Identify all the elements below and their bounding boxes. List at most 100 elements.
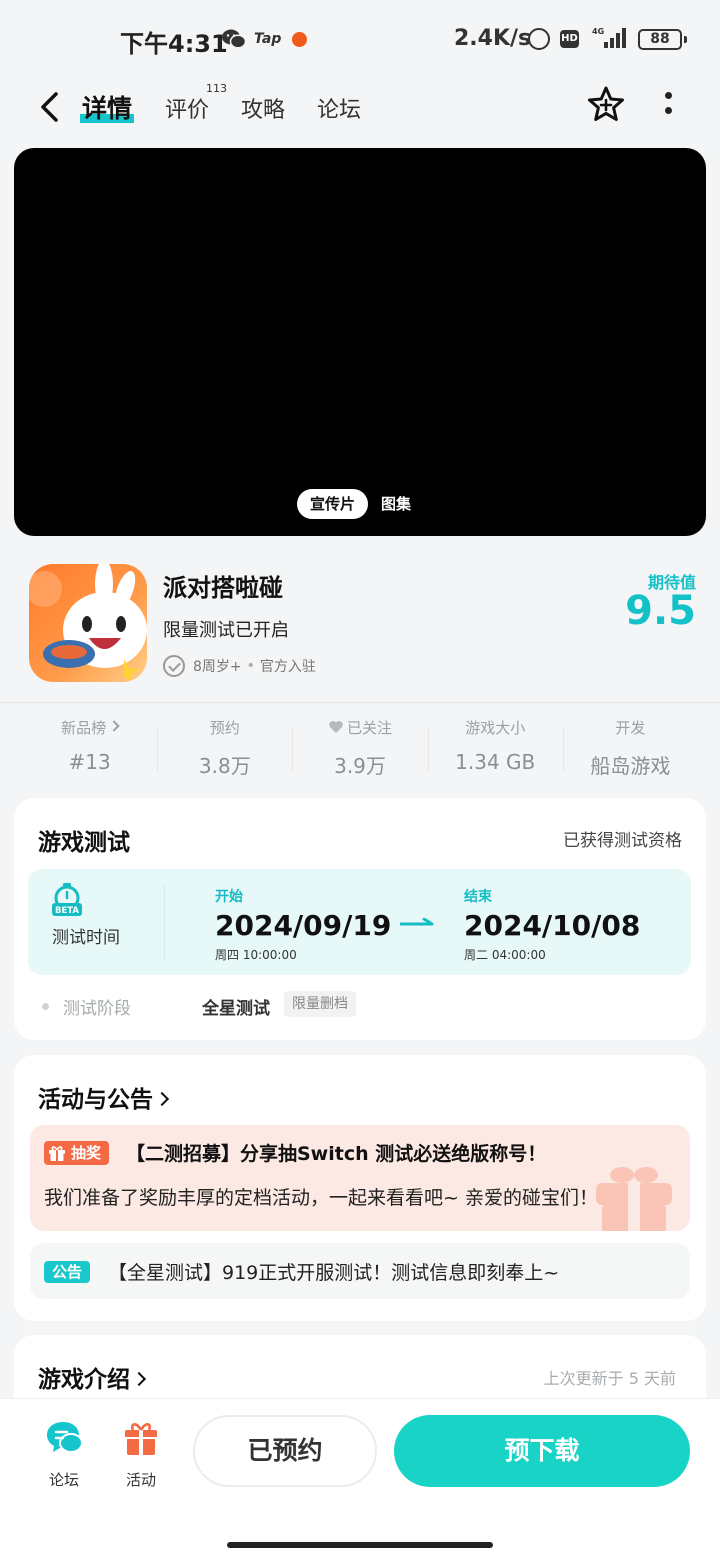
end-time: 周二 04:00:00 (464, 948, 546, 962)
intro-title: 游戏介绍 (38, 1367, 130, 1393)
notice-title: 【全星测试】919正式开服测试！测试信息即刻奉上~ (108, 1262, 560, 1284)
activity-body: 我们准备了奖励丰厚的定档活动，一起来看看吧~ 亲爱的碰宝们！ (44, 1187, 598, 1209)
divider (0, 702, 720, 703)
predownload-button[interactable]: 预下载 (394, 1415, 690, 1487)
more-options-icon[interactable] (660, 92, 676, 118)
stat-label: 游戏大小 (465, 719, 526, 737)
stat-label: 新品榜 (61, 719, 107, 737)
activities-card: 活动与公告 抽奖 【二测招募】分享抽Switch 测试必送绝版称号！ 我们准备了… (14, 1055, 706, 1321)
stat-value: 船岛游戏 (590, 754, 671, 778)
stat-new-rank[interactable]: 新品榜 #13 (22, 716, 157, 776)
status-time: 下午4:31 (120, 30, 228, 58)
stat-value: 3.9万 (334, 754, 386, 778)
alarm-icon (528, 28, 550, 50)
meta-separator: • (246, 658, 255, 674)
tab-forum[interactable]: 论坛 (317, 92, 361, 124)
test-qualification: 已获得测试资格 (563, 831, 682, 851)
beta-badge: BETA (55, 906, 79, 916)
stat-value: 1.34 GB (455, 750, 536, 774)
end-date: 2024/10/08 (464, 909, 641, 942)
activity-button[interactable]: 活动 (111, 1419, 171, 1490)
activity-item-notice[interactable]: 公告 【全星测试】919正式开服测试！测试信息即刻奉上~ (30, 1243, 690, 1299)
activities-title: 活动与公告 (38, 1087, 153, 1113)
verified-check-icon (163, 655, 185, 677)
gift-icon (49, 1145, 65, 1161)
activity-item-lottery[interactable]: 抽奖 【二测招募】分享抽Switch 测试必送绝版称号！ 我们准备了奖励丰厚的定… (30, 1125, 690, 1231)
reviews-count-badge: 113 (206, 82, 227, 95)
gift-icon (125, 1423, 157, 1455)
stat-value: #13 (68, 750, 111, 774)
stat-reservations: 预约 3.8万 (157, 716, 292, 778)
reserved-button[interactable]: 已预约 (193, 1415, 377, 1487)
home-indicator[interactable] (227, 1542, 493, 1548)
signal-icon: 4G (592, 27, 626, 48)
battery-icon: 88 (638, 29, 687, 50)
app-notification-icon (292, 32, 307, 47)
lottery-tag-label: 抽奖 (71, 1144, 102, 1162)
notice-tag: 公告 (44, 1261, 91, 1283)
tab-guides[interactable]: 攻略 (241, 92, 285, 124)
test-title: 游戏测试 (38, 830, 130, 856)
phase-tag: 限量删档 (284, 991, 356, 1017)
lottery-tag: 抽奖 (44, 1141, 110, 1165)
game-icon (29, 564, 147, 682)
tab-details[interactable]: 详情 (80, 89, 135, 125)
stat-label: 已关注 (347, 719, 393, 737)
forum-button[interactable]: 论坛 (34, 1419, 94, 1490)
hd-icon: HD (560, 30, 579, 48)
expectation-score: 9.5 (625, 588, 696, 634)
bullet-dot (42, 1003, 49, 1010)
intro-header[interactable]: 游戏介绍 (38, 1360, 147, 1394)
end-label: 结束 (464, 889, 492, 905)
activity-label: 活动 (125, 1471, 156, 1489)
age-rating: 8周岁+ (193, 659, 242, 675)
chevron-right-icon (108, 720, 120, 732)
tab-details-label: 详情 (82, 94, 133, 123)
stat-followers: 已关注 3.9万 (292, 716, 427, 778)
game-test-card: 游戏测试 已获得测试资格 BETA 测试时间 开始 2024/09/19 周四 … (14, 798, 706, 1040)
chevron-right-icon (154, 1091, 170, 1107)
heart-icon (329, 721, 343, 733)
tap-icon: Tap (254, 31, 282, 47)
stat-developer[interactable]: 开发 船岛游戏 (562, 716, 698, 778)
game-subtitle: 限量测试已开启 (163, 620, 289, 641)
favorite-star-icon[interactable] (585, 84, 627, 126)
tab-reviews[interactable]: 评价 (165, 92, 209, 124)
stat-size: 游戏大小 1.34 GB (427, 716, 563, 776)
game-title: 派对搭啦碰 (163, 574, 283, 602)
stats-row: 新品榜 #13 预约 3.8万 已关注 3.9万 游戏大小 1.34 GB 开发… (22, 716, 698, 778)
test-time-box: BETA 测试时间 开始 2024/09/19 周四 10:00:00 结束 2… (28, 869, 691, 975)
status-bar: 下午4:31 Tap 2.4K/s HD 4G 88 (0, 0, 720, 80)
forum-chat-icon (47, 1422, 83, 1453)
top-nav: 详情 评价 113 攻略 论坛 (0, 80, 720, 140)
tab-promo-video[interactable]: 宣传片 (297, 489, 369, 519)
stat-label: 预约 (209, 719, 240, 737)
official-label: 官方入驻 (259, 659, 316, 675)
stat-value: 3.8万 (198, 754, 251, 778)
net-speed: 2.4K/s (454, 26, 532, 51)
chevron-right-icon (131, 1371, 147, 1387)
start-time: 周四 10:00:00 (215, 948, 297, 962)
game-header: 派对搭啦碰 限量测试已开启 8周岁+ • 官方入驻 期待值 9.5 (0, 548, 720, 702)
start-date: 2024/09/19 (215, 909, 392, 942)
stat-label: 开发 (615, 719, 646, 737)
test-time-label: 测试时间 (52, 928, 120, 948)
wechat-icon (222, 29, 246, 49)
divider (164, 885, 165, 961)
activities-header[interactable]: 活动与公告 (38, 1080, 170, 1114)
intro-updated: 上次更新于 5 天前 (543, 1369, 676, 1388)
back-icon[interactable] (38, 90, 62, 124)
forum-label: 论坛 (48, 1471, 79, 1489)
game-meta: 8周岁+ • 官方入驻 (163, 654, 316, 678)
test-phase: 测试阶段 (42, 994, 131, 1019)
promo-video[interactable]: 宣传片 图集 (14, 148, 706, 536)
activity-title: 【二测招募】分享抽Switch 测试必送绝版称号！ (126, 1143, 547, 1165)
media-tabs: 宣传片 图集 (297, 489, 424, 519)
phase-value: 全星测试 (202, 999, 270, 1019)
phase-label: 测试阶段 (63, 999, 131, 1019)
bottom-action-bar: 论坛 活动 已预约 预下载 (0, 1398, 720, 1560)
beta-timer-icon: BETA (52, 883, 82, 916)
start-label: 开始 (215, 889, 243, 905)
network-type: 4G (592, 27, 604, 36)
tab-gallery[interactable]: 图集 (368, 489, 424, 519)
